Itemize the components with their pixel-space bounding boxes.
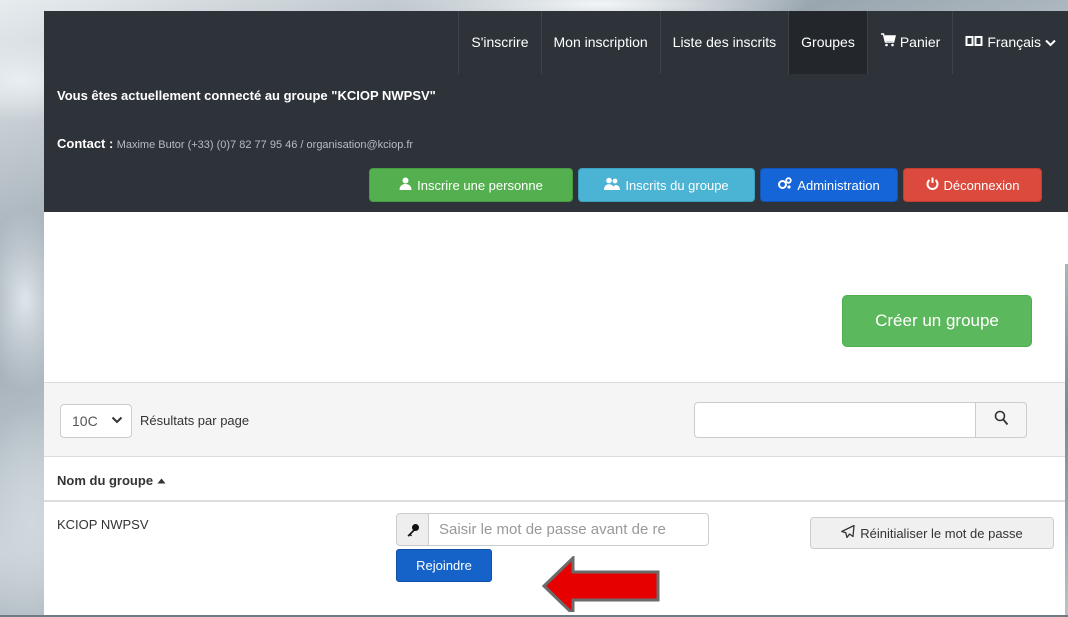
button-label: Administration [797,177,880,193]
contact-value: Maxime Butor (+33) (0)7 82 77 95 46 / or… [116,139,414,151]
top-nav: S'inscrire Mon inscription Liste des ins… [458,11,1068,74]
contact-label: Contact : [57,136,114,151]
red-arrow-annotation [541,554,661,617]
nav-label: Mon inscription [553,34,648,50]
results-per-page-select[interactable]: 10C [60,404,132,438]
contact-info: Contact : Maxime Butor (+33) (0)7 82 77 … [57,136,413,151]
logout-button[interactable]: Déconnexion [903,168,1042,202]
button-label: Inscrits du groupe [625,177,729,193]
button-label: Inscrire une personne [417,177,543,193]
groups-panel: Créer un groupe 10C Résultats par page N… [44,264,1065,617]
sort-asc-icon [157,473,166,488]
nav-item-language[interactable]: Français [952,11,1068,74]
button-label: Réinitialiser le mot de passe [860,525,1023,541]
register-person-button[interactable]: Inscrire une personne [369,168,573,202]
gears-icon [778,177,793,193]
power-icon [926,177,939,193]
nav-label: Groupes [801,34,855,50]
administration-button[interactable]: Administration [760,168,898,202]
password-input-group [396,513,709,546]
table-header: Nom du groupe [44,457,1065,502]
language-icon [965,11,983,74]
group-name: KCIOP NWPSV [57,517,149,532]
group-members-button[interactable]: Inscrits du groupe [578,168,755,202]
nav-item-groups[interactable]: Groupes [788,11,867,74]
search-icon [994,410,1009,431]
users-icon [604,177,621,193]
nav-item-my-registration[interactable]: Mon inscription [540,11,660,74]
site-header: S'inscrire Mon inscription Liste des ins… [44,11,1068,212]
column-header-group-name[interactable]: Nom du groupe [57,473,166,488]
per-page-value: 10C [72,413,98,429]
create-group-button[interactable]: Créer un groupe [842,295,1032,347]
reset-password-button[interactable]: Réinitialiser le mot de passe [810,517,1054,549]
user-icon [399,177,412,193]
connected-group-message: Vous êtes actuellement connecté au group… [57,88,436,103]
chevron-down-icon [1045,11,1056,74]
nav-label: S'inscrire [471,34,529,50]
table-toolbar: 10C Résultats par page [44,382,1065,457]
paper-plane-icon [841,524,855,541]
password-field[interactable] [429,513,709,546]
page-container: S'inscrire Mon inscription Liste des ins… [44,11,1068,617]
spacer-bar [44,212,1068,264]
nav-item-registrants-list[interactable]: Liste des inscrits [659,11,788,74]
results-per-page-label: Résultats par page [140,413,250,428]
column-header-label: Nom du groupe [57,473,154,488]
search-input[interactable] [694,402,976,438]
nav-item-register[interactable]: S'inscrire [458,11,540,74]
chevron-down-icon [111,413,123,430]
join-button[interactable]: Rejoindre [396,549,492,582]
button-label: Déconnexion [943,177,1020,193]
nav-label: Panier [899,34,941,50]
group-action-bar: Inscrire une personne Inscrits du groupe… [369,168,1042,202]
cart-icon [880,11,896,74]
nav-item-cart[interactable]: Panier [866,11,952,74]
table-row: KCIOP NWPSV Rejoindre Réinitialiser le m… [44,502,1065,617]
key-icon [396,513,429,546]
search-button[interactable] [975,402,1027,438]
nav-label: Liste des inscrits [672,34,777,50]
nav-label: Français [987,34,1041,50]
